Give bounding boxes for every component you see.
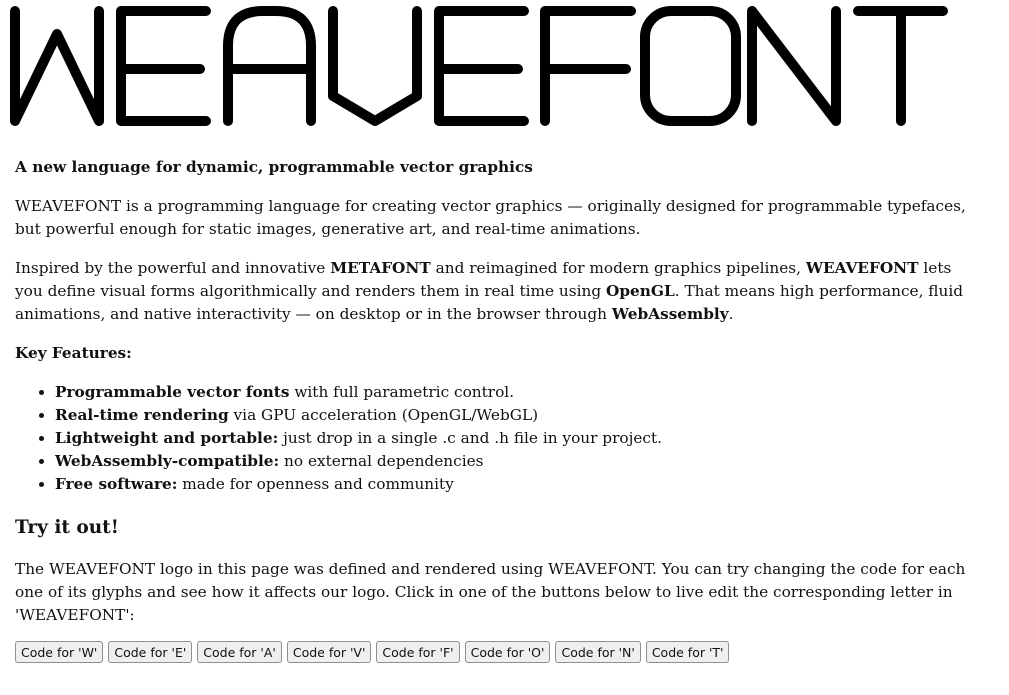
code-a-button[interactable]: Code for 'A' [197, 641, 282, 663]
logo-glyph-n [747, 6, 841, 126]
text: and reimagined for modern graphics pipel… [430, 259, 806, 277]
intro-paragraph: WEAVEFONT is a programming language for … [15, 197, 966, 238]
try-paragraph: The WEAVEFONT logo in this page was defi… [15, 560, 966, 624]
feature-title: Lightweight and portable: [55, 429, 279, 447]
opengl-term: OpenGL [606, 282, 675, 300]
code-n-button[interactable]: Code for 'N' [555, 641, 641, 663]
glyph-buttons: Code for 'W' Code for 'E' Code for 'A' C… [15, 641, 980, 663]
features-list: Programmable vector fonts with full para… [15, 381, 980, 496]
logo-glyph-f [540, 6, 636, 126]
features-heading: Key Features: [15, 342, 980, 365]
try-heading: Try it out! [15, 517, 119, 538]
metafont-term: METAFONT [330, 259, 431, 277]
weavefont-logo [10, 6, 948, 126]
text: . [728, 305, 734, 323]
feature-title: Real-time rendering [55, 406, 229, 424]
feature-text: made for openness and community [177, 475, 454, 493]
code-v-button[interactable]: Code for 'V' [286, 641, 372, 663]
code-e-button[interactable]: Code for 'E' [108, 641, 193, 663]
code-o-button[interactable]: Code for 'O' [464, 641, 551, 663]
feature-text: just drop in a single .c and .h file in … [278, 429, 662, 447]
logo-glyph-e [116, 6, 211, 126]
feature-text: no external dependencies [279, 452, 484, 470]
code-w-button[interactable]: Code for 'W' [15, 641, 104, 663]
feature-item: Lightweight and portable: just drop in a… [55, 427, 980, 450]
feature-text: with full parametric control. [289, 383, 515, 401]
logo-glyph-t [853, 6, 948, 126]
feature-item: Free software: made for openness and com… [55, 473, 980, 496]
logo-glyph-o [640, 6, 741, 126]
inspired-paragraph: Inspired by the powerful and innovative … [15, 257, 980, 326]
weavefont-term: WEAVEFONT [805, 259, 919, 277]
logo-glyph-v [328, 6, 422, 126]
feature-item: Real-time rendering via GPU acceleration… [55, 404, 980, 427]
logo-glyph-e2 [434, 6, 529, 126]
feature-item: WebAssembly-compatible: no external depe… [55, 450, 980, 473]
tagline: A new language for dynamic, programmable… [15, 158, 533, 176]
feature-item: Programmable vector fonts with full para… [55, 381, 980, 404]
logo-glyph-a [223, 6, 316, 126]
feature-title: Programmable vector fonts [55, 383, 290, 401]
code-f-button[interactable]: Code for 'F' [376, 641, 460, 663]
text: Inspired by the powerful and innovative [15, 259, 331, 277]
feature-title: Free software: [55, 475, 178, 493]
logo-glyph-w [10, 6, 104, 126]
webassembly-term: WebAssembly [611, 305, 729, 323]
main-content: A new language for dynamic, programmable… [15, 156, 980, 663]
features-heading-text: Key Features: [15, 344, 132, 362]
code-t-button[interactable]: Code for 'T' [645, 641, 730, 663]
feature-text: via GPU acceleration (OpenGL/WebGL) [228, 406, 539, 424]
feature-title: WebAssembly-compatible: [55, 452, 280, 470]
